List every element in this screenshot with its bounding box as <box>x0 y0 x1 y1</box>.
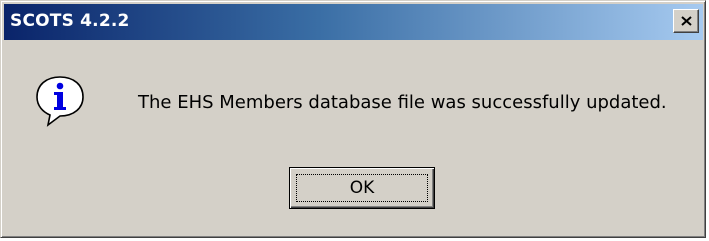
close-button[interactable] <box>673 9 699 33</box>
title-bar[interactable]: SCOTS 4.2.2 <box>4 4 703 40</box>
window-title: SCOTS 4.2.2 <box>10 11 130 31</box>
close-icon <box>681 16 692 26</box>
message-dialog: SCOTS 4.2.2 The EHS Members database fil… <box>0 0 706 238</box>
message-text: The EHS Members database file was succes… <box>138 92 667 113</box>
info-icon <box>36 76 84 127</box>
ok-button-label: OK <box>296 174 428 202</box>
ok-button[interactable]: OK <box>289 167 435 209</box>
